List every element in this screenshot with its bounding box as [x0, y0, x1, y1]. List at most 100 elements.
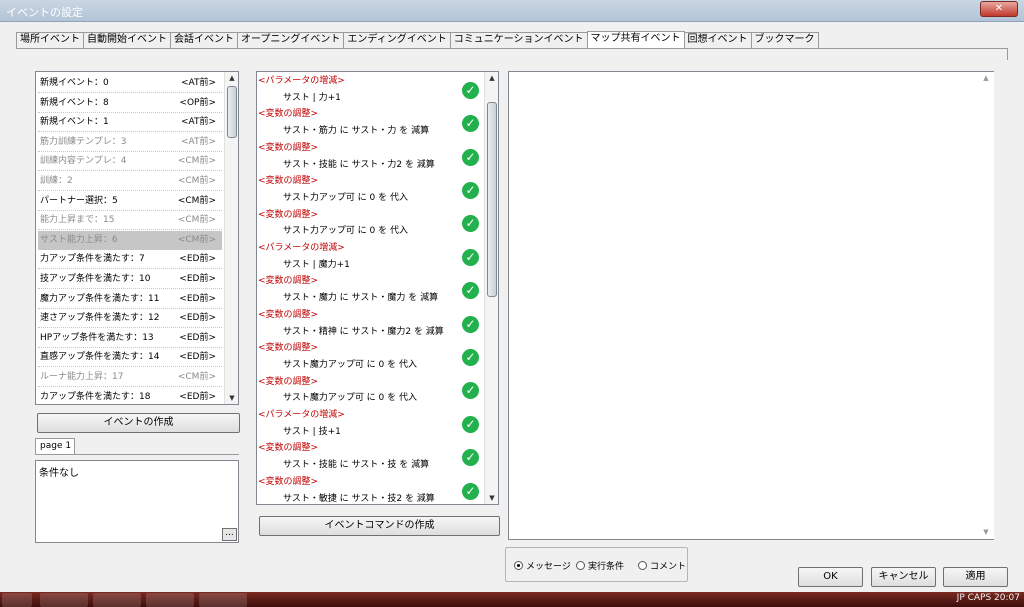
list-item[interactable]: 力アップ条件を満たす：7 <ED前>: [38, 250, 222, 270]
command-item[interactable]: サスト・筋力 に サスト・力 を 減算 ✓: [257, 115, 485, 140]
command-item[interactable]: サスト・敏捷 に サスト・技2 を 減算 ✓: [257, 482, 485, 505]
list-item[interactable]: 新規イベント：0 <AT前>: [38, 74, 222, 93]
list-item[interactable]: 筋力訓練テンプレ：3 <AT前>: [38, 133, 222, 152]
tab-item[interactable]: 場所イベント: [16, 32, 84, 48]
tab-item[interactable]: 会話イベント: [170, 32, 238, 48]
list-item[interactable]: 技アップ条件を満たす：10 <ED前>: [38, 270, 222, 289]
list-item[interactable]: 訓練：2 <CM前>: [38, 172, 222, 191]
command-header[interactable]: <変数の調整>: [257, 307, 485, 324]
list-item[interactable]: パートナー選択：5 <CM前>: [38, 192, 222, 211]
taskbar-item-app[interactable]: [93, 593, 141, 607]
command-item[interactable]: サスト魔力アップ可 に 0 を 代入 ✓: [257, 348, 485, 374]
scroll-up-icon[interactable]: ▲: [225, 72, 238, 84]
command-header[interactable]: <変数の調整>: [257, 106, 485, 123]
radio-option[interactable]: メッセージ: [514, 559, 571, 572]
scroll-thumb[interactable]: [487, 102, 497, 297]
command-header[interactable]: <変数の調整>: [257, 374, 485, 391]
list-item[interactable]: 速さアップ条件を満たす：12 <ED前>: [38, 309, 222, 329]
event-list[interactable]: ▲ ▼ 新規イベント：0 <AT前> 新規イベント：8 <OP前> 新規イベント：1 <A…: [35, 71, 239, 405]
command-list[interactable]: ▲ ▼ <パラメータの増減> サスト | 力+1 ✓ <変数の調整> サスト・筋力 に …: [256, 71, 499, 505]
list-item[interactable]: 新規イベント：1 <AT前>: [38, 113, 222, 133]
radio-label: 実行条件: [588, 562, 625, 572]
event-name: パートナー選択：5: [40, 195, 118, 206]
command-item[interactable]: サスト | 魔力+1 ✓: [257, 248, 485, 274]
list-item[interactable]: HPアップ条件を満たす：13 <ED前>: [38, 329, 222, 348]
preview-scrollbar[interactable]: ▲ ▼: [979, 72, 994, 539]
scroll-thumb[interactable]: [227, 86, 237, 138]
condition-edit-button[interactable]: ...: [222, 528, 237, 541]
event-name: サスト能力上昇：6: [40, 234, 118, 245]
command-item[interactable]: サスト魔力アップ可 に 0 を 代入 ✓: [257, 382, 485, 407]
taskbar-item-editor[interactable]: [199, 593, 247, 607]
list-item[interactable]: サスト能力上昇：6 <CM前>: [38, 230, 222, 250]
list-item[interactable]: 訓練内容テンプレ：4 <CM前>: [38, 152, 222, 172]
check-icon: ✓: [462, 282, 479, 300]
event-list-scrollbar[interactable]: ▲ ▼: [224, 72, 238, 404]
command-item[interactable]: サスト力アップ可 に 0 を 代入 ✓: [257, 181, 485, 207]
list-item[interactable]: 直感アップ条件を満たす：14 <ED前>: [38, 348, 222, 368]
radio-dot-icon[interactable]: [576, 561, 585, 570]
command-item[interactable]: サスト | 力+1 ✓: [257, 81, 485, 107]
radio-dot-icon[interactable]: [638, 561, 647, 570]
ok-button[interactable]: OK: [798, 567, 863, 587]
tab-item[interactable]: オープニングイベント: [237, 32, 345, 48]
command-item[interactable]: サスト | 技+1 ✓: [257, 415, 485, 441]
scroll-up-icon[interactable]: ▲: [485, 72, 498, 84]
command-item[interactable]: サスト力アップ可 に 0 を 代入 ✓: [257, 215, 485, 240]
command-header[interactable]: <パラメータの増減>: [257, 73, 485, 90]
radio-dot-icon[interactable]: [514, 561, 523, 570]
start-button[interactable]: [2, 593, 32, 607]
apply-button[interactable]: 適用: [943, 567, 1008, 587]
tab-item[interactable]: エンディングイベント: [343, 32, 451, 48]
event-timing-tag: <CM前>: [177, 195, 216, 206]
radio-option[interactable]: コメント: [638, 559, 686, 572]
command-item[interactable]: サスト・魔力 に サスト・魔力 を 減算 ✓: [257, 282, 485, 307]
tab-item[interactable]: 回想イベント: [683, 32, 752, 48]
check-icon: ✓: [462, 315, 479, 333]
tab-item[interactable]: ブックマーク: [750, 32, 819, 48]
list-item[interactable]: 能力上昇まで：15 <CM前>: [38, 211, 222, 231]
command-text: サスト・技能 に サスト・力2 を 減算: [283, 159, 435, 170]
command-item[interactable]: サスト・技能 に サスト・力2 を 減算 ✓: [257, 148, 485, 174]
event-timing-tag: <CM前>: [177, 215, 216, 226]
command-header[interactable]: <変数の調整>: [257, 207, 485, 224]
tab-page-1[interactable]: page 1: [35, 438, 75, 454]
create-command-button[interactable]: イベントコマンドの作成: [259, 516, 500, 536]
taskbar-item-browser[interactable]: [40, 593, 88, 607]
radio-option[interactable]: 実行条件: [576, 559, 624, 572]
command-list-scrollbar[interactable]: ▲ ▼: [484, 72, 498, 504]
create-event-button[interactable]: イベントの作成: [37, 413, 240, 433]
scroll-down-icon[interactable]: ▼: [485, 492, 498, 504]
list-item[interactable]: 魔力アップ条件を満たす：11 <ED前>: [38, 290, 222, 309]
command-header[interactable]: <パラメータの増減>: [257, 407, 485, 424]
close-button[interactable]: ✕: [980, 1, 1018, 17]
command-text: <変数の調整>: [258, 343, 319, 354]
tab-item[interactable]: 自動開始イベント: [83, 32, 171, 48]
command-item[interactable]: サスト・精神 に サスト・魔力2 を 減算 ✓: [257, 315, 485, 341]
command-item[interactable]: サスト・技能 に サスト・技 を 減算 ✓: [257, 449, 485, 474]
command-text: サスト | 力+1: [283, 92, 341, 103]
scroll-down-icon[interactable]: ▼: [979, 526, 993, 538]
command-header[interactable]: <変数の調整>: [257, 474, 485, 491]
list-item[interactable]: ルーナ能力上昇：17 <CM前>: [38, 368, 222, 387]
tab-item[interactable]: マップ共有イベント: [586, 31, 685, 48]
check-icon: ✓: [462, 449, 479, 467]
command-header[interactable]: <変数の調整>: [257, 173, 485, 190]
command-header[interactable]: <変数の調整>: [257, 340, 485, 357]
scroll-up-icon[interactable]: ▲: [979, 72, 993, 84]
scroll-down-icon[interactable]: ▼: [225, 392, 238, 404]
command-header[interactable]: <変数の調整>: [257, 440, 485, 457]
command-text: <パラメータの増減>: [258, 410, 345, 420]
tab-item[interactable]: コミュニケーションイベント: [449, 32, 588, 48]
command-header[interactable]: <変数の調整>: [257, 140, 485, 157]
event-timing-tag: <OP前>: [179, 97, 216, 108]
command-header[interactable]: <変数の調整>: [257, 273, 485, 290]
list-item[interactable]: カアップ条件を満たす：18 <ED前>: [38, 388, 222, 404]
event-name: ルーナ能力上昇：17: [40, 372, 124, 382]
command-text: <パラメータの増減>: [258, 243, 345, 253]
event-timing-tag: <ED前>: [179, 313, 216, 324]
list-item[interactable]: 新規イベント：8 <OP前>: [38, 94, 222, 113]
command-header[interactable]: <パラメータの増減>: [257, 240, 485, 257]
cancel-button[interactable]: キャンセル: [871, 567, 936, 587]
taskbar-item-folder[interactable]: [146, 593, 194, 607]
